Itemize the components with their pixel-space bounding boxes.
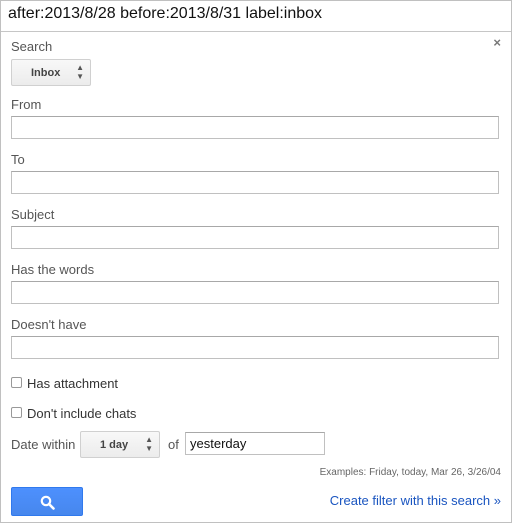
date-reference-field[interactable] <box>185 432 325 455</box>
date-examples-hint: Examples: Friday, today, Mar 26, 3/26/04 <box>319 467 501 478</box>
has-words-label: Has the words <box>11 262 95 277</box>
exclude-chats-label: Don't include chats <box>27 406 137 421</box>
date-of-label: of <box>168 437 179 452</box>
select-arrows-icon: ▲ ▼ <box>76 63 84 81</box>
doesnt-have-label: Doesn't have <box>11 317 87 332</box>
search-query-bar[interactable]: after:2013/8/28 before:2013/8/31 label:i… <box>1 1 511 32</box>
has-attachment-label: Has attachment <box>27 376 119 391</box>
create-filter-link[interactable]: Create filter with this search » <box>330 493 501 508</box>
search-icon <box>40 495 55 510</box>
subject-label: Subject <box>11 207 55 222</box>
select-arrows-icon: ▲ ▼ <box>145 435 153 453</box>
exclude-chats-checkbox[interactable] <box>11 407 22 418</box>
date-range-selected: 1 day <box>100 439 129 451</box>
from-field[interactable] <box>11 116 499 139</box>
subject-field[interactable] <box>11 226 499 249</box>
date-range-select[interactable]: 1 day ▲ ▼ <box>80 431 160 458</box>
close-icon[interactable]: × <box>493 35 501 50</box>
search-in-label: Search <box>11 39 53 54</box>
has-attachment-checkbox[interactable] <box>11 377 22 388</box>
search-button[interactable] <box>11 487 83 516</box>
search-in-select[interactable]: Inbox ▲ ▼ <box>11 59 91 86</box>
doesnt-have-field[interactable] <box>11 336 499 359</box>
search-in-selected: Inbox <box>31 67 61 79</box>
to-field[interactable] <box>11 171 499 194</box>
search-query-text[interactable]: after:2013/8/28 before:2013/8/31 label:i… <box>8 5 322 23</box>
has-words-field[interactable] <box>11 281 499 304</box>
advanced-search-panel: after:2013/8/28 before:2013/8/31 label:i… <box>0 0 512 523</box>
from-label: From <box>11 97 42 112</box>
date-within-label: Date within <box>11 437 76 452</box>
to-label: To <box>11 152 25 167</box>
